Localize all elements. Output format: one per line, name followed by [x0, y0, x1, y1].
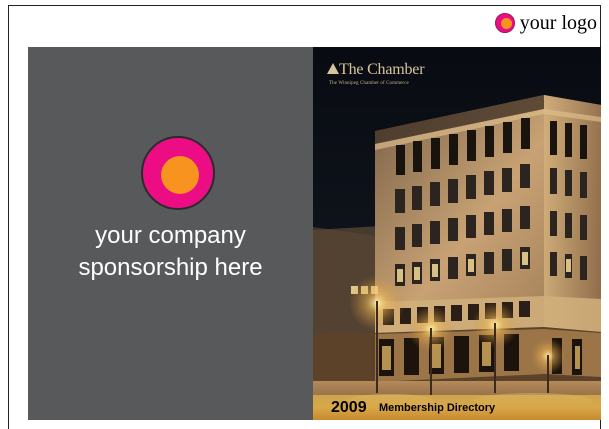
cover-subtitle: The Winnipeg Chamber of Commerce: [329, 81, 409, 86]
sponsorship-line-2: sponsorship here: [78, 254, 263, 281]
sponsorship-panel: your company sponsorship here: [28, 47, 313, 420]
cover-footer-band: 2009 Membership Directory: [313, 395, 601, 420]
circle-logo-icon: [494, 13, 515, 33]
circle-logo-icon: [141, 136, 215, 210]
logo-inner-circle: [161, 156, 199, 194]
chamber-mark-icon: [327, 63, 339, 74]
cover-year: 2009: [331, 399, 367, 416]
directory-cover-image: The Chamber The Winnipeg Chamber of Comm…: [313, 47, 601, 420]
building-illustration: [313, 47, 601, 420]
top-logo: your logo: [494, 11, 597, 35]
cover-brand-title: The Chamber: [339, 61, 425, 78]
logo-label: your logo: [519, 12, 597, 34]
sponsorship-line-1: your company: [95, 222, 246, 249]
cover-directory-title: Membership Directory: [379, 402, 496, 414]
